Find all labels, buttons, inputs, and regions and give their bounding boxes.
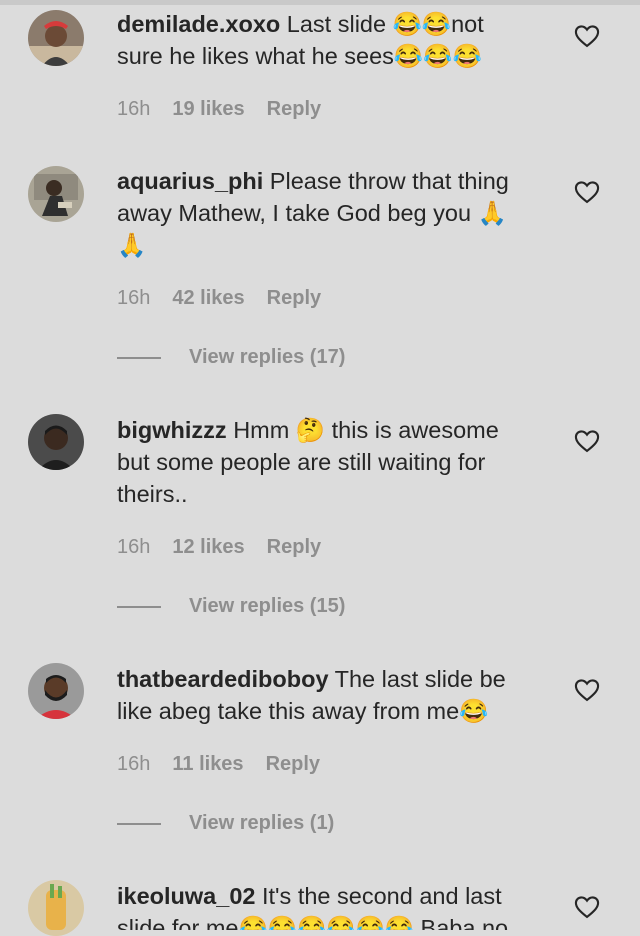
comment-meta: 16h 19 likes Reply	[117, 98, 321, 121]
comment-meta: 16h 12 likes Reply	[117, 536, 321, 559]
avatar[interactable]	[28, 414, 84, 470]
view-replies[interactable]: View replies (17)	[117, 346, 345, 369]
heart-outline-icon[interactable]	[573, 22, 601, 50]
avatar[interactable]	[28, 166, 84, 222]
avatar[interactable]	[28, 880, 84, 936]
comment-text: ikeoluwa_02 It's the second and last sli…	[117, 880, 532, 930]
replies-divider	[117, 605, 161, 608]
comment-time: 16h	[117, 287, 151, 309]
avatar[interactable]	[28, 663, 84, 719]
comment-username[interactable]: demilade.xoxo	[117, 11, 280, 37]
view-replies[interactable]: View replies (15)	[117, 595, 345, 618]
reply-button[interactable]: Reply	[267, 287, 321, 310]
comment-text: demilade.xoxo Last slide 😂😂not sure he l…	[117, 8, 532, 72]
view-replies-label[interactable]: View replies (17)	[189, 346, 345, 369]
comment-likes[interactable]: 19 likes	[172, 98, 244, 121]
view-replies-label[interactable]: View replies (1)	[189, 812, 334, 835]
heart-outline-icon[interactable]	[573, 427, 601, 455]
comment-likes[interactable]: 11 likes	[172, 753, 243, 776]
view-replies[interactable]: View replies (1)	[117, 812, 334, 835]
comment-text: thatbeardediboboy The last slide be like…	[117, 663, 532, 727]
top-divider	[0, 0, 640, 5]
comment-username[interactable]: bigwhizzz	[117, 417, 227, 443]
replies-divider	[117, 356, 161, 359]
comment-time: 16h	[117, 753, 151, 775]
comment-likes[interactable]: 12 likes	[172, 536, 244, 559]
heart-outline-icon[interactable]	[573, 676, 601, 704]
heart-outline-icon[interactable]	[573, 893, 601, 921]
comment-meta: 16h 42 likes Reply	[117, 287, 321, 310]
reply-button[interactable]: Reply	[267, 98, 321, 121]
avatar[interactable]	[28, 10, 84, 66]
view-replies-label[interactable]: View replies (15)	[189, 595, 345, 618]
reply-button[interactable]: Reply	[267, 536, 321, 559]
comment-text: bigwhizzz Hmm 🤔 this is awesome but some…	[117, 414, 532, 510]
replies-divider	[117, 822, 161, 825]
comment-username[interactable]: aquarius_phi	[117, 168, 263, 194]
comment-text: aquarius_phi Please throw that thing awa…	[117, 165, 532, 261]
heart-outline-icon[interactable]	[573, 178, 601, 206]
comment-likes[interactable]: 42 likes	[172, 287, 244, 310]
reply-button[interactable]: Reply	[266, 753, 320, 776]
comment-username[interactable]: thatbeardediboboy	[117, 666, 329, 692]
comment-meta: 16h 11 likes Reply	[117, 753, 320, 776]
comment-time: 16h	[117, 98, 151, 120]
comment-username[interactable]: ikeoluwa_02	[117, 883, 255, 909]
comment-time: 16h	[117, 536, 151, 558]
